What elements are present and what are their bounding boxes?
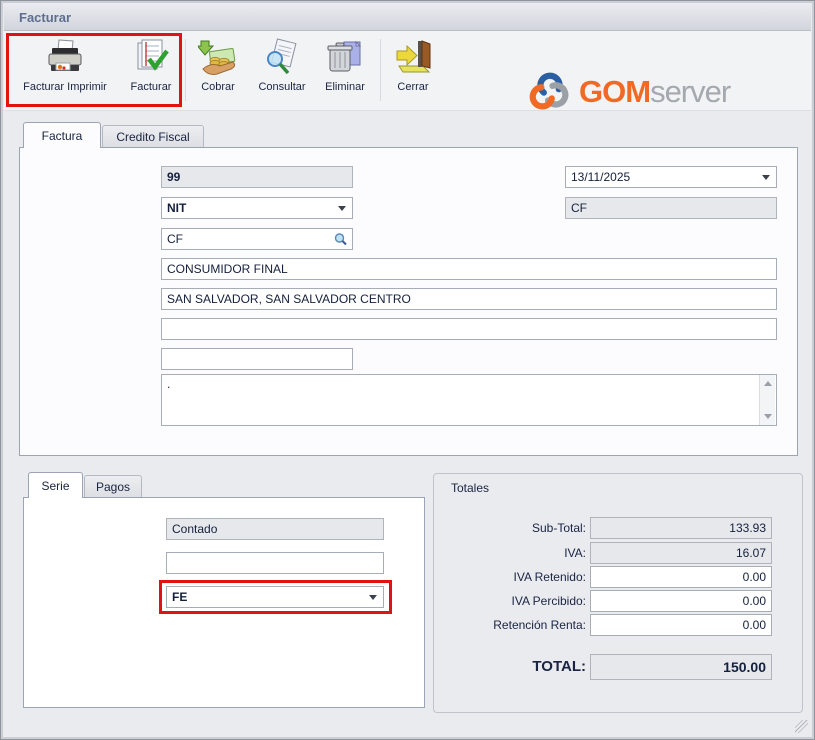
tab-label: Credito Fiscal [116, 130, 189, 144]
chevron-down-icon[interactable] [762, 175, 770, 180]
toolbar-button-label: Cerrar [384, 81, 442, 93]
trash-icon [325, 38, 365, 78]
cerrar-button[interactable]: Cerrar [384, 34, 442, 106]
collect-money-icon [198, 38, 238, 78]
nit-field[interactable]: CF [161, 228, 353, 250]
tab-credito-fiscal[interactable]: Credito Fiscal [102, 125, 204, 148]
subtotal-value: 133.93 [729, 521, 766, 535]
scroll-up-icon[interactable] [764, 381, 772, 386]
email-field[interactable] [161, 318, 777, 340]
toolbar-button-label: Consultar [250, 81, 314, 93]
no-pedido-value: 99 [167, 170, 180, 184]
logo-text-secondary: server [650, 74, 730, 110]
search-icon[interactable] [333, 232, 348, 247]
iva-percibido-value: 0.00 [743, 594, 766, 608]
search-document-icon [262, 38, 302, 78]
toolbar-separator [185, 39, 186, 101]
invoice-check-icon [131, 38, 171, 78]
gomserver-logo-icon [527, 67, 573, 117]
window-title: Facturar [19, 10, 71, 25]
iva-retenido-value: 0.00 [743, 570, 766, 584]
facturar-button[interactable]: Facturar [120, 34, 182, 106]
serie-combobox[interactable]: FE [166, 586, 384, 608]
total-value: 150.00 [723, 659, 766, 675]
total-field: 150.00 [590, 654, 772, 680]
iva-percibido-label: IVA Percibido: [442, 590, 586, 612]
facturar-window: Facturar Facturar Imprimir [0, 0, 815, 740]
gomserver-logo: GOMserver [527, 67, 730, 117]
chevron-down-icon[interactable] [369, 595, 377, 600]
title-bar: Facturar [4, 4, 811, 31]
nit-value: CF [167, 232, 183, 246]
cliente-value: CF [571, 201, 587, 215]
fecha-value: 13/11/2025 [571, 167, 630, 187]
observaciones-scrollbar[interactable] [759, 375, 775, 425]
cliente-field: CF [565, 197, 777, 219]
serie-value: FE [172, 587, 187, 607]
tab-serie[interactable]: Serie [28, 472, 83, 498]
totales-panel: Totales Sub-Total: 133.93 IVA: 16.07 IVA… [433, 473, 803, 713]
toolbar-button-label: Facturar Imprimir [12, 81, 118, 93]
tipo-combobox[interactable]: NIT [161, 197, 353, 219]
direccion-field[interactable] [161, 288, 777, 310]
chevron-down-icon[interactable] [338, 206, 346, 211]
tab-label: Pagos [96, 480, 130, 494]
tipo-value: NIT [167, 198, 186, 218]
resize-grip[interactable] [795, 720, 808, 733]
exit-door-icon [393, 38, 433, 78]
toolbar: Facturar Imprimir Facturar [4, 31, 811, 111]
iva-field: 16.07 [590, 542, 772, 564]
cobrar-button[interactable]: Cobrar [188, 34, 248, 106]
eliminar-button[interactable]: Eliminar [316, 34, 374, 106]
telefono-field[interactable] [161, 348, 353, 370]
logo-text-primary: GOM [579, 74, 650, 110]
facturar-a-field[interactable] [161, 258, 777, 280]
referencia-field[interactable] [166, 552, 384, 574]
iva-retenido-label: IVA Retenido: [442, 566, 586, 588]
iva-percibido-field[interactable]: 0.00 [590, 590, 772, 612]
subtotal-field: 133.93 [590, 517, 772, 539]
no-pedido-field: 99 [161, 166, 353, 188]
totales-title: Totales [451, 481, 489, 495]
observaciones-field[interactable]: . [161, 374, 777, 426]
tab-label: Factura [42, 129, 83, 143]
serie-tipo-field: Contado [166, 518, 384, 540]
consultar-button[interactable]: Consultar [250, 34, 314, 106]
subtotal-label: Sub-Total: [442, 517, 586, 539]
iva-retenido-field[interactable]: 0.00 [590, 566, 772, 588]
toolbar-button-label: Facturar [120, 81, 182, 93]
serie-tipo-value: Contado [172, 522, 217, 536]
toolbar-separator [380, 39, 381, 101]
toolbar-button-label: Cobrar [188, 81, 248, 93]
retencion-renta-field[interactable]: 0.00 [590, 614, 772, 636]
toolbar-button-label: Eliminar [316, 81, 374, 93]
facturar-imprimir-button[interactable]: Facturar Imprimir [12, 34, 118, 106]
fecha-combobox[interactable]: 13/11/2025 [565, 166, 777, 188]
tab-label: Serie [41, 479, 69, 493]
total-label: TOTAL: [442, 654, 586, 680]
iva-value: 16.07 [736, 546, 766, 560]
retencion-renta-value: 0.00 [743, 618, 766, 632]
tab-pagos[interactable]: Pagos [84, 475, 142, 498]
tab-factura[interactable]: Factura [23, 122, 101, 148]
scroll-down-icon[interactable] [764, 414, 772, 419]
printer-icon [45, 38, 85, 78]
retencion-renta-label: Retención Renta: [442, 614, 586, 636]
iva-label: IVA: [442, 542, 586, 564]
